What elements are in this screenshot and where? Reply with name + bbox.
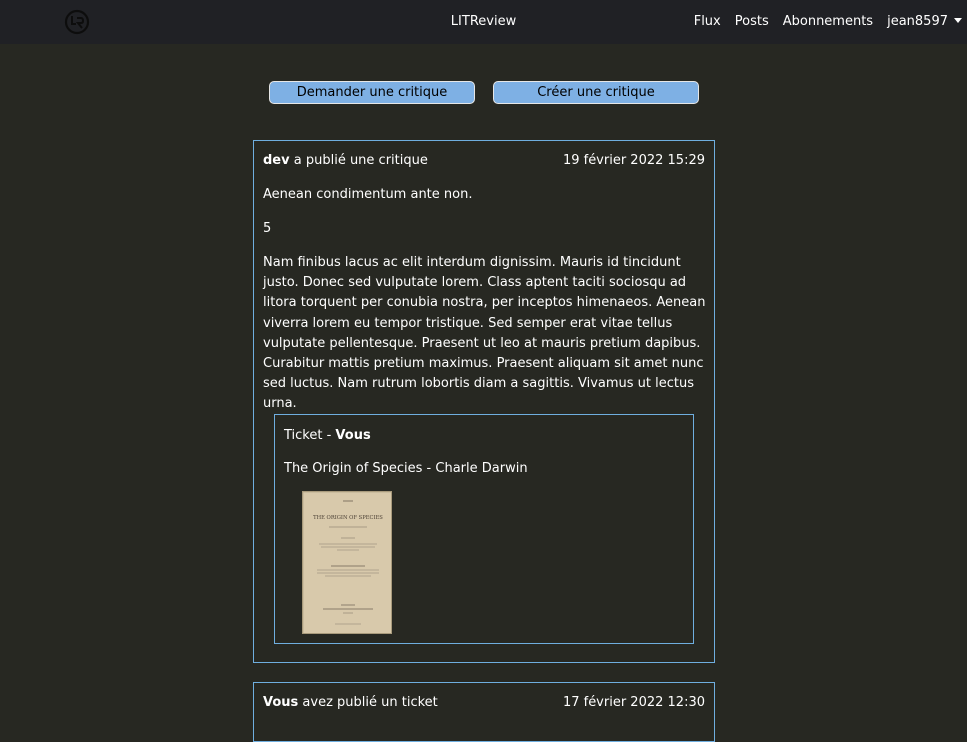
ticket-author: Vous bbox=[335, 428, 371, 443]
ticket-title: The Origin of Species - Charle Darwin bbox=[284, 461, 528, 476]
ticket-header: Ticket - Vous bbox=[284, 428, 371, 443]
review-post: dev a publié une critique 19 février 202… bbox=[253, 140, 715, 663]
nav-link-abonnements[interactable]: Abonnements bbox=[783, 14, 873, 29]
nav-link-flux[interactable]: Flux bbox=[694, 14, 721, 29]
post-header: Vous avez publié un ticket 17 février 20… bbox=[263, 695, 705, 710]
navbar: LITReview Flux Posts Abonnements jean859… bbox=[0, 0, 967, 44]
nav-link-posts[interactable]: Posts bbox=[735, 14, 769, 29]
post-header: dev a publié une critique 19 février 202… bbox=[263, 153, 705, 168]
post-action: a publié une critique bbox=[293, 153, 428, 168]
book-cover-image: THE ORIGIN OF SPECIES bbox=[302, 491, 392, 634]
post-author: dev bbox=[263, 153, 290, 168]
chevron-down-icon bbox=[954, 18, 962, 23]
cover-title: THE ORIGIN OF SPECIES bbox=[313, 515, 383, 521]
ticket-embed: Ticket - Vous The Origin of Species - Ch… bbox=[274, 414, 694, 644]
create-review-button[interactable]: Créer une critique bbox=[493, 81, 699, 104]
post-author: Vous bbox=[263, 695, 299, 710]
ask-review-button[interactable]: Demander une critique bbox=[269, 81, 475, 104]
user-dropdown[interactable]: jean8597 bbox=[887, 14, 962, 29]
post-date: 17 février 2022 12:30 bbox=[562, 695, 705, 710]
review-rating: 5 bbox=[263, 221, 272, 236]
nav-menu: Flux Posts Abonnements jean8597 bbox=[694, 14, 962, 29]
post-action: avez publié un ticket bbox=[302, 695, 438, 710]
ticket-label: Ticket - bbox=[284, 428, 336, 443]
book-cover-art: THE ORIGIN OF SPECIES bbox=[303, 492, 391, 633]
review-body: Nam finibus lacus ac elit interdum digni… bbox=[263, 255, 706, 412]
user-name: jean8597 bbox=[887, 14, 948, 29]
review-headline: Aenean condimentum ante non. bbox=[263, 187, 473, 202]
post-date: 19 février 2022 15:29 bbox=[562, 153, 705, 168]
ticket-post: Vous avez publié un ticket 17 février 20… bbox=[253, 682, 715, 742]
